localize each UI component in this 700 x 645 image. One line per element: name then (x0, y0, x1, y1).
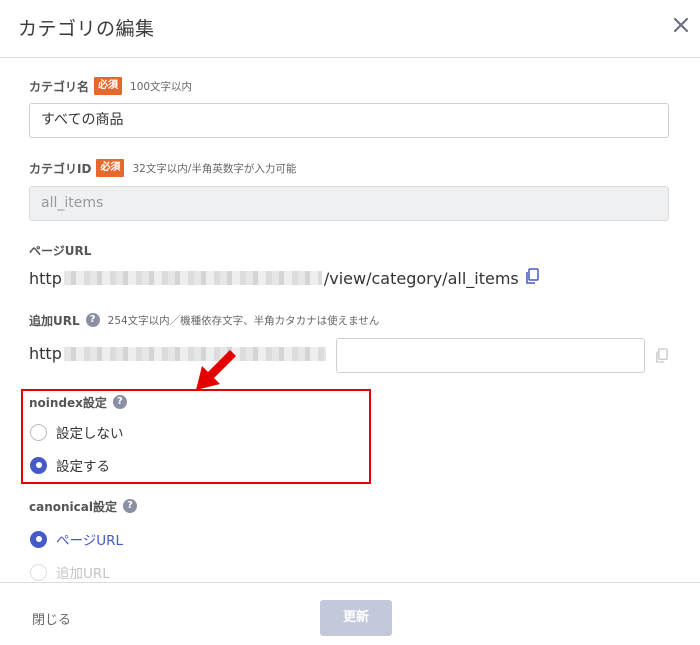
radio-label: 追加URL (56, 566, 110, 582)
radio-button[interactable] (30, 530, 47, 548)
page-url-label: ページURL (29, 243, 92, 258)
page-url-prefix: http (29, 268, 62, 288)
radio-label: 設定しない (56, 426, 124, 442)
category-id-label: カテゴリID (29, 161, 92, 176)
canonical-option-extra-url[interactable]: 追加URL (30, 562, 110, 582)
copy-icon[interactable] (655, 348, 668, 367)
help-icon[interactable]: ? (122, 499, 137, 513)
dialog-header: カテゴリの編集 (0, 0, 700, 58)
extra-url-hint: 254文字以内／機種依存文字、半角カタカナは使えません (107, 314, 380, 327)
category-name-input[interactable]: すべての商品 (29, 103, 669, 138)
dialog-footer: 閉じる 更新 (0, 582, 700, 645)
close-button[interactable]: 閉じる (32, 609, 71, 628)
canonical-label-row: canonical設定 ? (29, 496, 137, 516)
close-icon[interactable] (670, 14, 692, 36)
radio-button[interactable] (30, 456, 47, 474)
required-badge: 必須 (94, 77, 123, 95)
category-id-hint: 32文字以内/半角英数字が入力可能 (132, 162, 297, 175)
category-id-input: all_items (29, 186, 669, 221)
page-url-suffix: /view/category/all_items (323, 268, 519, 288)
dialog-body[interactable]: カテゴリ名 必須 100文字以内 すべての商品 カテゴリID 必須 32文字以内… (0, 59, 700, 582)
category-name-label-row: カテゴリ名 必須 100文字以内 (29, 76, 192, 96)
category-id-label-row: カテゴリID 必須 32文字以内/半角英数字が入力可能 (29, 158, 296, 178)
extra-url-input[interactable] (336, 338, 645, 373)
update-button[interactable]: 更新 (320, 600, 392, 636)
canonical-option-page-url[interactable]: ページURL (30, 529, 123, 549)
dialog-title: カテゴリの編集 (18, 18, 155, 40)
copy-icon[interactable] (525, 268, 539, 288)
extra-url-label: 追加URL (29, 313, 80, 328)
noindex-label: noindex設定 (29, 395, 107, 410)
required-badge: 必須 (96, 159, 125, 177)
radio-label: ページURL (56, 533, 124, 549)
category-name-hint: 100文字以内 (130, 80, 193, 93)
page-url-label-row: ページURL (29, 240, 91, 260)
category-name-label: カテゴリ名 (29, 79, 90, 94)
help-icon[interactable]: ? (85, 313, 100, 327)
canonical-label: canonical設定 (29, 499, 117, 514)
help-icon[interactable]: ? (112, 395, 127, 409)
extra-url-label-row: 追加URL ? 254文字以内／機種依存文字、半角カタカナは使えません (29, 310, 379, 330)
extra-url-prefix: http (29, 344, 62, 363)
arrow-icon (190, 346, 238, 400)
noindex-option-off[interactable]: 設定しない (30, 422, 124, 442)
radio-button[interactable] (30, 563, 47, 581)
noindex-option-on[interactable]: 設定する (30, 455, 110, 475)
page-url-value: http /view/category/all_items (29, 268, 539, 288)
radio-label: 設定する (56, 459, 110, 475)
extra-url-prefix-row: http (29, 344, 328, 363)
radio-button[interactable] (30, 423, 47, 441)
blurred-domain (63, 271, 322, 285)
noindex-label-row: noindex設定 ? (29, 392, 127, 412)
